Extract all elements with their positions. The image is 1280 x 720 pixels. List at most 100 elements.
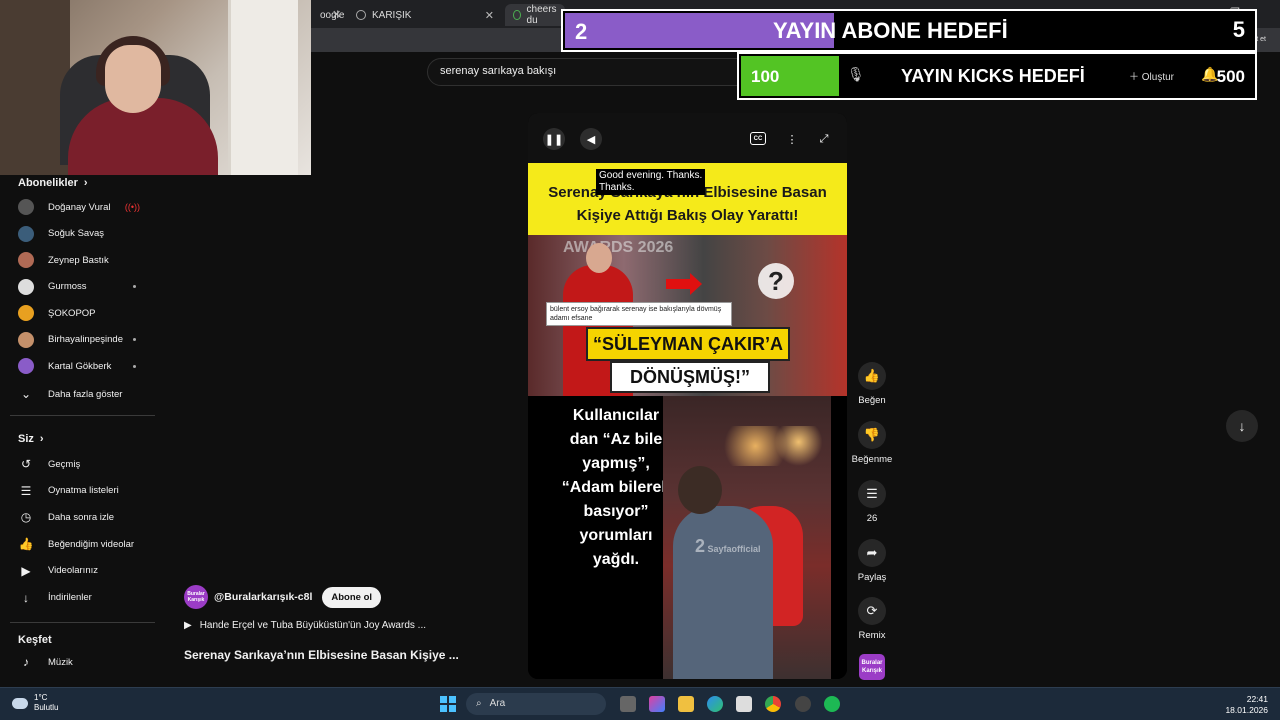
- remix-button[interactable]: ⟳ Remix: [850, 597, 894, 641]
- video-title[interactable]: Serenay Sarıkaya’nın Elbisesine Basan Ki…: [184, 648, 484, 662]
- next-video-button[interactable]: ↓: [1226, 410, 1258, 442]
- comment-screenshot: bülent ersoy bağırarak serenay ise bakış…: [546, 302, 732, 326]
- weather-condition: Bulutlu: [34, 703, 59, 712]
- chrome-icon[interactable]: [765, 696, 781, 712]
- webcam-feed: [0, 0, 311, 175]
- search-value: serenay sarıkaya bakışı: [440, 65, 557, 77]
- sidebar-item-label: Geçmiş: [48, 458, 81, 470]
- related-video-link[interactable]: ▶ Hande Erçel ve Tuba Büyüküstün'ün Joy …: [184, 620, 484, 631]
- fullscreen-icon[interactable]: ⤢: [813, 128, 835, 150]
- captions-icon[interactable]: CC: [750, 132, 766, 145]
- search-input[interactable]: serenay sarıkaya bakışı: [427, 58, 747, 86]
- comments-button[interactable]: ☰ 26: [850, 480, 894, 524]
- create-button[interactable]: ＋ Oluştur: [1129, 68, 1174, 83]
- share-button[interactable]: ➦ Paylaş: [850, 539, 894, 583]
- subscribe-button[interactable]: Abone ol: [322, 586, 382, 608]
- subscriber-goal-overlay: 2 YAYIN ABONE HEDEFİ 5: [561, 9, 1257, 52]
- system-clock[interactable]: 22:41 18.01.2026: [1225, 694, 1268, 716]
- edge-icon[interactable]: [707, 696, 723, 712]
- close-tab-icon[interactable]: ✕: [332, 8, 341, 21]
- subscription-item[interactable]: Doğanay Vural ((•)): [18, 195, 158, 219]
- close-tab-icon[interactable]: ✕: [485, 9, 494, 22]
- tab-label: cheers du: [526, 4, 557, 26]
- pause-icon[interactable]: ❚❚: [543, 128, 565, 150]
- awards-backdrop-text: AWARDS 2026: [563, 239, 674, 256]
- date: 18.01.2026: [1225, 705, 1268, 715]
- dislike-label: Beğenme: [851, 454, 893, 465]
- channel-row: Buralar Karışık @Buralarkarışık-c8l Abon…: [184, 585, 514, 609]
- subscriptions-header[interactable]: Abonelikler ›: [18, 177, 88, 189]
- subscription-item[interactable]: ŞOKOPOP: [18, 301, 158, 325]
- explore-title: Keşfet: [18, 634, 52, 646]
- sidebar-item-label: Müzik: [48, 656, 73, 668]
- subscription-item[interactable]: Soğuk Savaş: [18, 222, 158, 246]
- arrow-right-icon: [690, 273, 702, 295]
- live-icon: ((•)): [124, 202, 140, 212]
- channel-logo[interactable]: Buralar Karışık: [859, 654, 885, 680]
- sidebar-item-label: Oynatma listeleri: [48, 485, 119, 497]
- sidebar-item[interactable]: ▶ Videolarınız: [18, 559, 158, 583]
- sidebar-item[interactable]: ☰ Oynatma listeleri: [18, 479, 158, 503]
- you-header[interactable]: Siz ›: [18, 433, 44, 445]
- dislike-button[interactable]: 👎 Beğenme: [850, 421, 894, 465]
- file-explorer-icon[interactable]: [678, 696, 694, 712]
- more-vert-icon[interactable]: ⋮: [781, 128, 803, 150]
- closed-caption: Good evening. Thanks. Thanks.: [596, 169, 706, 195]
- player-controls: ❚❚ ◀ CC ⋮ ⤢: [528, 113, 847, 163]
- subscriptions-title: Abonelikler: [18, 177, 78, 189]
- spotify-icon[interactable]: [824, 696, 840, 712]
- cloud-icon: [12, 697, 28, 709]
- browser-tab-active[interactable]: cheers du: [505, 4, 565, 26]
- subscription-label: Zeynep Bastık: [48, 254, 109, 266]
- taskbar-search[interactable]: ⌕ Ara: [466, 693, 606, 715]
- shorts-video-player[interactable]: ❚❚ ◀ CC ⋮ ⤢ Serenay Sarıkaya’nın Elbises…: [528, 113, 847, 679]
- you-title: Siz: [18, 433, 34, 445]
- subscription-label: Birhayalinpeşinde: [48, 334, 123, 345]
- create-label: Oluştur: [1141, 72, 1175, 83]
- quote-banner: DÖNÜŞMÜŞ!”: [610, 361, 770, 393]
- windows-start-icon[interactable]: [440, 696, 456, 712]
- channel-avatar: [18, 358, 34, 374]
- search-icon: ⌕: [476, 698, 482, 709]
- headline-band: Serenay Sarıkaya’nın Elbisesine Basan Ki…: [528, 163, 847, 235]
- subscription-label: Doğanay Vural: [48, 201, 111, 213]
- stage-lights: [723, 426, 831, 466]
- kicks-goal-overlay: 100 🎙 YAYIN KICKS HEDEFİ ＋ Oluştur 🔔 500: [737, 52, 1257, 100]
- browser-tab[interactable]: KARIŞIK ✕: [348, 4, 502, 26]
- channel-avatar: [18, 252, 34, 268]
- sidebar-item[interactable]: ♪ Müzik: [18, 650, 158, 674]
- subscription-item[interactable]: Gurmoss: [18, 275, 158, 299]
- new-content-dot: [133, 364, 136, 368]
- weather-widget[interactable]: 1°C Bulutlu: [12, 693, 58, 713]
- explore-header: Keşfet: [18, 634, 52, 646]
- sidebar-item[interactable]: ◷ Daha sonra izle: [18, 505, 158, 529]
- sidebar-item[interactable]: ↺ Geçmiş: [18, 452, 158, 476]
- watermark: 2 Sayfaofficial: [695, 536, 761, 557]
- video-icon: ▶: [21, 563, 31, 578]
- music-icon: ♪: [23, 655, 29, 669]
- subscription-item[interactable]: Birhayalinpeşinde: [18, 328, 158, 352]
- microphone-icon[interactable]: 🎙: [847, 66, 865, 83]
- sidebar-item[interactable]: ↓ İndirilenler: [18, 586, 158, 610]
- copilot-icon[interactable]: [649, 696, 665, 712]
- tab-label: KARIŞIK: [372, 9, 412, 21]
- obs-icon[interactable]: [795, 696, 811, 712]
- goal-target: 500: [1216, 67, 1245, 86]
- arrow-shaft: [666, 279, 692, 289]
- task-view-icon[interactable]: [620, 696, 636, 712]
- channel-avatar[interactable]: Buralar Karışık: [184, 585, 208, 609]
- taskbar-search-placeholder: Ara: [489, 698, 506, 709]
- sidebar-item[interactable]: 👍 Beğendiğim videolar: [18, 532, 158, 556]
- new-content-dot: [133, 338, 136, 341]
- store-icon[interactable]: [736, 696, 752, 712]
- time: 22:41: [1246, 694, 1268, 704]
- channel-handle[interactable]: @Buralarkarışık-c8l: [214, 591, 312, 603]
- like-button[interactable]: 👍 Beğen: [850, 362, 894, 406]
- share-label: Paylaş: [857, 572, 887, 583]
- volume-icon[interactable]: ◀: [580, 128, 602, 150]
- chevron-right-icon: ›: [39, 433, 44, 445]
- man-in-suit: [673, 506, 773, 679]
- subscription-item[interactable]: Zeynep Bastık: [18, 248, 158, 272]
- subscription-item[interactable]: Kartal Gökberk: [18, 354, 158, 378]
- show-more-button[interactable]: ⌄ Daha fazla göster: [18, 382, 158, 406]
